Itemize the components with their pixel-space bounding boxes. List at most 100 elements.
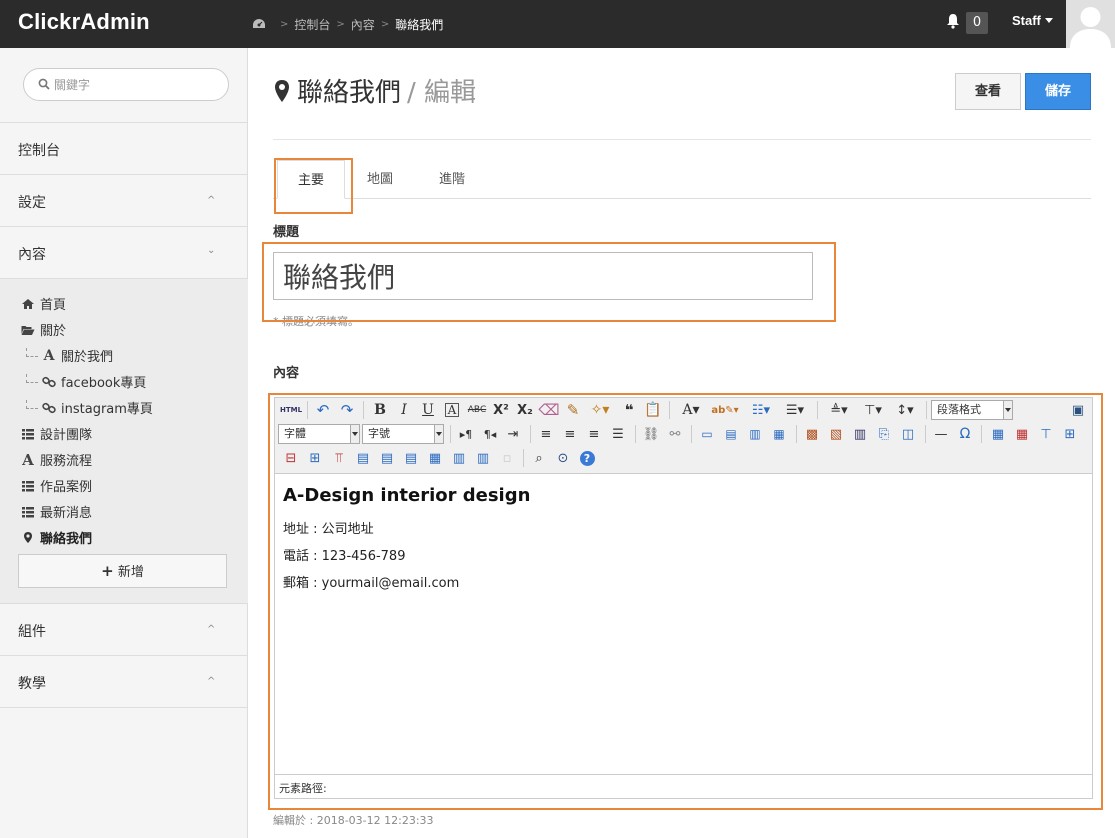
preview-icon[interactable]: ⊙ xyxy=(553,448,573,468)
search-input[interactable] xyxy=(54,75,214,95)
ltr-icon[interactable]: ▸¶ xyxy=(455,424,477,444)
insert-row-icon[interactable]: ⊞ xyxy=(1060,424,1080,444)
float-left-icon[interactable]: ▤ xyxy=(721,424,741,444)
nav-page-about[interactable]: 關於 xyxy=(20,320,66,339)
redo-icon[interactable]: ↷ xyxy=(337,400,357,420)
nav-page-home[interactable]: 首頁 xyxy=(20,294,66,313)
align-justify-icon[interactable]: ☰ xyxy=(608,424,628,444)
bell-icon[interactable] xyxy=(946,13,960,29)
bold-icon[interactable]: B xyxy=(370,400,390,420)
help-icon[interactable]: ? xyxy=(577,448,597,468)
text-box-icon[interactable]: A xyxy=(445,403,459,417)
blockquote-icon[interactable]: ❝ xyxy=(619,400,639,420)
toolbar-separator xyxy=(981,425,982,443)
rtl-icon[interactable]: ¶◂ xyxy=(479,424,501,444)
highlight-color-icon[interactable]: ab✎▾ xyxy=(711,400,739,420)
delete-row-icon[interactable]: ⊟ xyxy=(281,448,301,468)
delete-col-icon[interactable]: ⫪ xyxy=(329,448,349,468)
link-icon xyxy=(42,402,56,413)
nav-page-service-flow[interactable]: A 服務流程 xyxy=(20,450,92,470)
indent-icon[interactable]: ⇥ xyxy=(503,424,523,444)
italic-icon[interactable]: I xyxy=(394,400,414,420)
align-right-icon[interactable]: ≡ xyxy=(584,424,604,444)
html-source-button[interactable]: HTML xyxy=(279,400,303,420)
editor-content[interactable]: A-Design interior design 地址 : 公司地址 電話 : … xyxy=(275,475,1092,773)
special-char-icon[interactable]: Ω xyxy=(955,424,975,444)
video-icon[interactable]: ▥ xyxy=(850,424,870,444)
strikethrough-icon[interactable]: ABC xyxy=(466,400,488,420)
split-cells-icon[interactable]: ▦ xyxy=(425,448,445,468)
template-icon[interactable]: ◫ xyxy=(898,424,918,444)
undo-icon[interactable]: ↶ xyxy=(313,400,333,420)
table-props-icon[interactable]: ▫ xyxy=(497,448,517,468)
view-button[interactable]: 查看 xyxy=(955,73,1021,110)
font-color-icon[interactable]: A▾ xyxy=(677,400,705,420)
magic-wand-icon[interactable]: ✧▾ xyxy=(587,400,613,420)
float-right-icon[interactable]: ▥ xyxy=(745,424,765,444)
breadcrumb-dashboard[interactable]: 控制台 xyxy=(294,16,330,33)
user-menu[interactable]: Staff xyxy=(1012,13,1053,28)
float-center-icon[interactable]: ▦ xyxy=(769,424,789,444)
tab-advanced[interactable]: 進階 xyxy=(425,160,479,199)
nav-content[interactable]: 內容 xyxy=(18,244,46,264)
format-painter-icon[interactable]: ✎ xyxy=(563,400,583,420)
add-page-button[interactable]: + 新增 xyxy=(18,554,227,588)
split-cols-icon[interactable]: ▥ xyxy=(473,448,493,468)
insert-table-icon[interactable]: ▦ xyxy=(988,424,1008,444)
merge-right-icon[interactable]: ▤ xyxy=(377,448,397,468)
float-none-icon[interactable]: ▭ xyxy=(697,424,717,444)
line-height-icon[interactable]: ↕▾ xyxy=(891,400,919,420)
attachment-icon[interactable]: ⎘ xyxy=(874,424,894,444)
find-icon[interactable]: ⌕ xyxy=(529,448,549,468)
nav-page-instagram[interactable]: instagram專頁 xyxy=(26,398,153,417)
nav-page-portfolio[interactable]: 作品案例 xyxy=(20,476,92,495)
merge-cells-icon[interactable]: ▤ xyxy=(353,448,373,468)
brand-logo[interactable]: ClickrAdmin xyxy=(18,9,150,35)
underline-icon[interactable]: U xyxy=(418,400,438,420)
nav-page-facebook[interactable]: facebook專頁 xyxy=(26,372,146,391)
eraser-icon[interactable]: ⌫ xyxy=(538,400,559,420)
title-field[interactable] xyxy=(273,252,813,300)
nav-tutorial[interactable]: 教學 xyxy=(18,673,46,693)
nav-page-design-team[interactable]: 設計團隊 xyxy=(20,424,92,443)
vertical-align-icon[interactable]: ⊤▾ xyxy=(859,400,887,420)
paragraph-spacing-icon[interactable]: ≜▾ xyxy=(825,400,853,420)
nav-page-news[interactable]: 最新消息 xyxy=(20,502,92,521)
breadcrumb-content[interactable]: 內容 xyxy=(351,16,375,33)
delete-table-icon[interactable]: ▦ xyxy=(1012,424,1032,444)
merge-down-icon[interactable]: ▤ xyxy=(401,448,421,468)
save-button[interactable]: 儲存 xyxy=(1025,73,1091,110)
tab-map[interactable]: 地圖 xyxy=(353,160,407,199)
subscript-icon[interactable]: X₂ xyxy=(515,400,535,420)
nav-dashboard[interactable]: 控制台 xyxy=(18,140,60,160)
nav-components[interactable]: 組件 xyxy=(18,621,46,641)
split-rows-icon[interactable]: ▥ xyxy=(449,448,469,468)
divider xyxy=(0,603,248,604)
nav-page-contact[interactable]: 聯絡我們 xyxy=(20,528,92,547)
horizontal-rule-icon[interactable]: — xyxy=(931,424,951,444)
unlink-icon[interactable]: ⚯ xyxy=(665,424,685,444)
nav-page-about-us[interactable]: A 關於我們 xyxy=(26,346,113,365)
image-icon[interactable]: ▩ xyxy=(802,424,822,444)
font-family-select[interactable]: 字體 xyxy=(278,424,360,444)
multi-image-icon[interactable]: ▧ xyxy=(826,424,846,444)
notification-count[interactable]: 0 xyxy=(966,12,988,34)
avatar[interactable] xyxy=(1066,0,1115,48)
paragraph-format-select[interactable]: 段落格式 xyxy=(931,400,1013,420)
insert-paragraph-before-table-icon[interactable]: ⊤ xyxy=(1036,424,1056,444)
fullscreen-icon[interactable]: ▣ xyxy=(1068,400,1088,420)
divider xyxy=(0,226,248,227)
unordered-list-icon[interactable]: ☰▾ xyxy=(781,400,809,420)
link-icon[interactable]: ⛓ xyxy=(641,424,661,444)
font-size-select[interactable]: 字號 xyxy=(362,424,444,444)
tab-main[interactable]: 主要 xyxy=(277,160,345,199)
nav-settings[interactable]: 設定 xyxy=(18,192,46,212)
paste-text-icon[interactable]: 📋 xyxy=(643,400,663,420)
superscript-icon[interactable]: X² xyxy=(491,400,511,420)
content-subnav: 首頁 關於 A 關於我們 facebook專頁 instagram專頁 設計團隊… xyxy=(0,279,248,603)
map-marker-icon xyxy=(24,532,32,543)
align-center-icon[interactable]: ≡ xyxy=(560,424,580,444)
align-left-icon[interactable]: ≡ xyxy=(536,424,556,444)
insert-col-icon[interactable]: ⊞ xyxy=(305,448,325,468)
ordered-list-icon[interactable]: ☷▾ xyxy=(747,400,775,420)
